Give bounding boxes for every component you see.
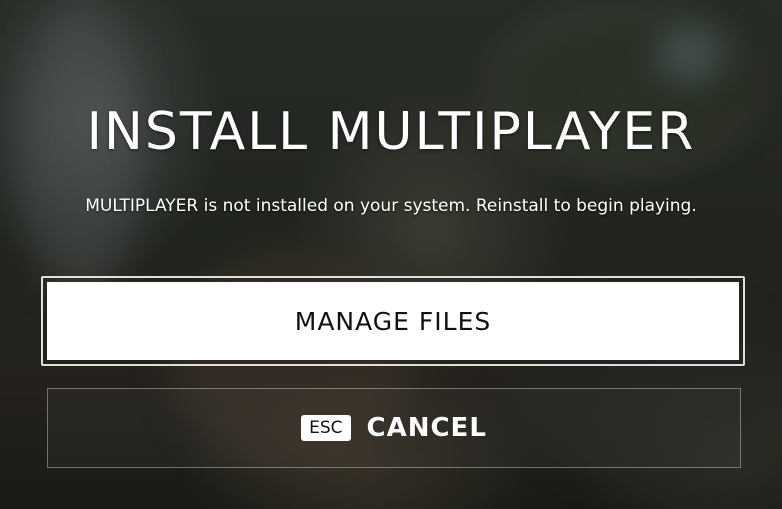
manage-files-label: MANAGE FILES (294, 306, 492, 336)
manage-files-button[interactable]: MANAGE FILES (41, 276, 745, 366)
manage-files-button-face[interactable]: MANAGE FILES (47, 282, 739, 360)
dialog-message: MULTIPLAYER is not installed on your sys… (85, 196, 697, 216)
cancel-label: CANCEL (366, 413, 487, 443)
esc-key-hint: ESC (301, 415, 351, 441)
install-dialog: INSTALL MULTIPLAYER MULTIPLAYER is not i… (0, 0, 782, 509)
dialog-title: INSTALL MULTIPLAYER (86, 102, 696, 162)
cancel-button[interactable]: ESC CANCEL (47, 388, 741, 468)
